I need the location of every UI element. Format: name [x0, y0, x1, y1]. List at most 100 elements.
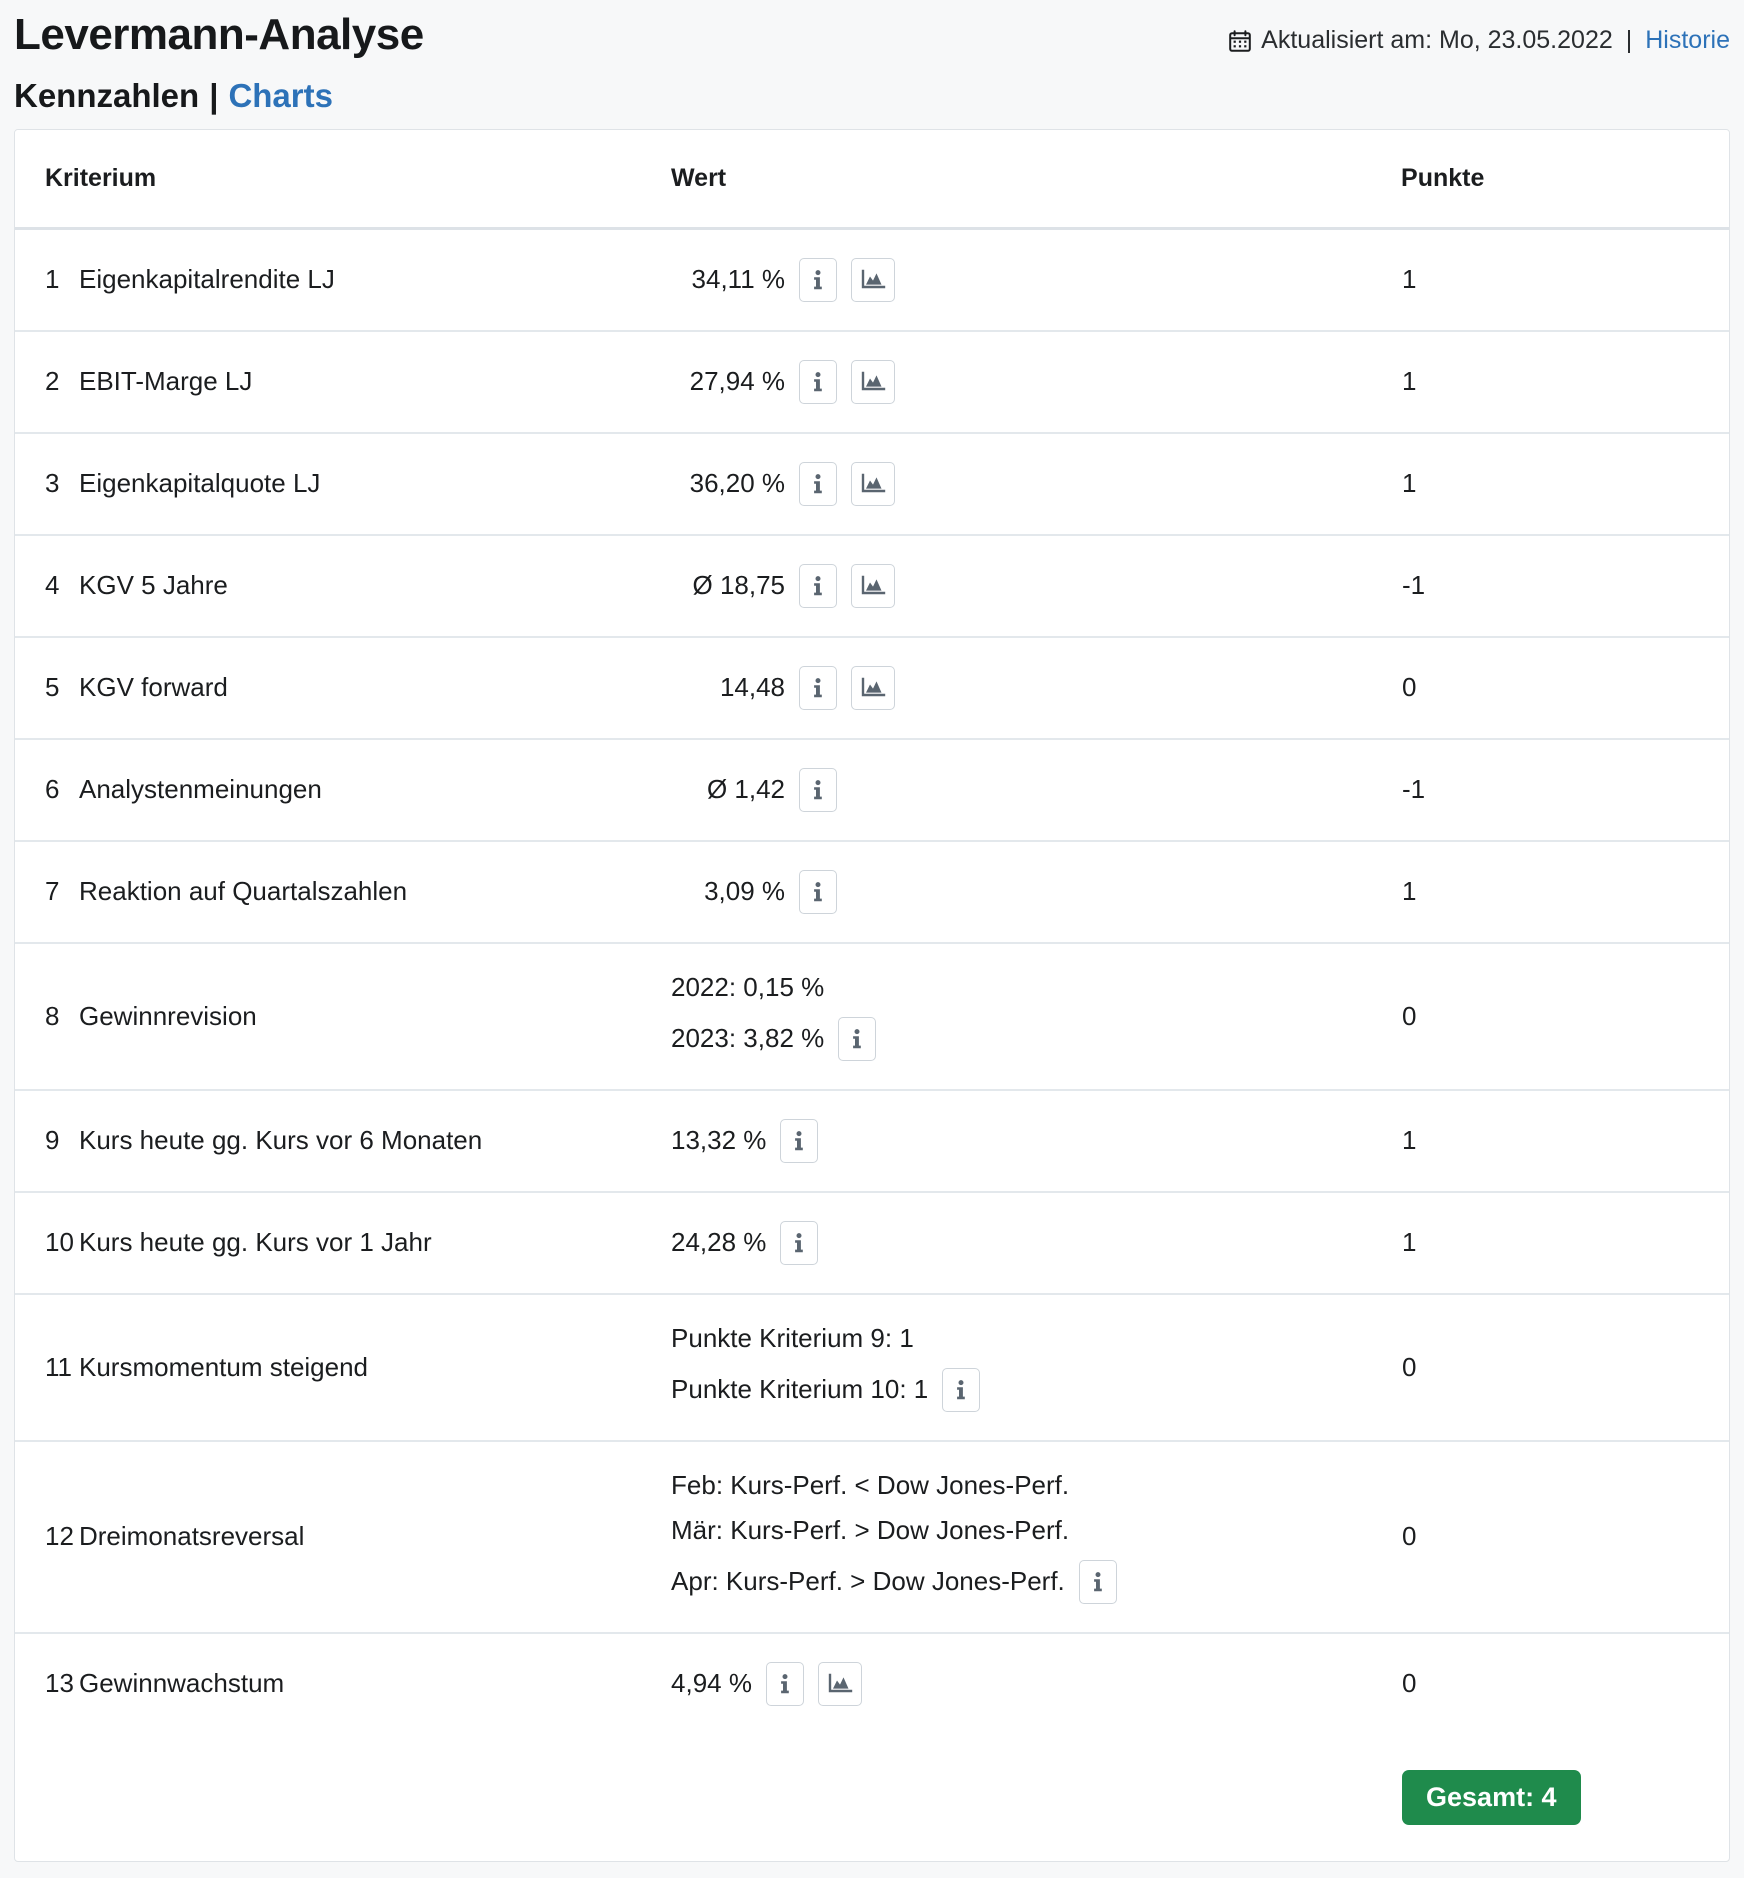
history-link[interactable]: Historie [1645, 26, 1730, 55]
value-line: 4,94 % [671, 1661, 1400, 1706]
criterion-name: Eigenkapitalrendite LJ [79, 264, 335, 295]
criterion-points: 1 [1402, 366, 1417, 397]
chart-button[interactable] [851, 461, 896, 506]
row-index: 2 [45, 366, 60, 397]
value-lines: Feb: Kurs-Perf. < Dow Jones-Perf. Mär: Ku… [671, 1470, 1400, 1604]
criterion-name: Analystenmeinungen [79, 774, 322, 805]
column-header-punkte: Punkte [1401, 129, 1729, 230]
table-row: 5 KGV forward 14,48 0 [15, 636, 1729, 739]
tab-charts[interactable]: Charts [228, 77, 333, 115]
criterion-name: Kurs heute gg. Kurs vor 6 Monaten [79, 1125, 483, 1156]
value-lines: Ø 1,42 [671, 767, 1400, 812]
chart-button[interactable] [817, 1661, 862, 1706]
criterion-value-cell: Punkte Kriterium 9: 1 Punkte Kriterium 10… [671, 1294, 1401, 1441]
value-line: Ø 18,75 [671, 563, 1400, 608]
info-button[interactable] [1078, 1559, 1117, 1604]
value-lines: 27,94 % [671, 359, 1400, 404]
info-button[interactable] [838, 1016, 877, 1061]
criterion-name: KGV 5 Jahre [79, 570, 228, 601]
info-button[interactable] [780, 1220, 819, 1265]
criterion-points: 1 [1402, 1227, 1417, 1258]
chart-button[interactable] [851, 257, 896, 302]
criterion-points: 1 [1402, 468, 1417, 499]
value-line: 3,09 % [671, 869, 1400, 914]
total-row: Gesamt: 4 [15, 1734, 1729, 1861]
info-button[interactable] [942, 1367, 981, 1412]
info-button[interactable] [799, 461, 838, 506]
criterion-name: EBIT-Marge LJ [79, 366, 253, 397]
value-line: 27,94 % [671, 359, 1400, 404]
table-row: 2 EBIT-Marge LJ 27,94 % 1 [15, 330, 1729, 433]
criteria-card: Kriterium Wert Punkte 1 Eigenkapitalrendi… [14, 128, 1730, 1862]
value-lines: 36,20 % [671, 461, 1400, 506]
criterion-value-cell: Feb: Kurs-Perf. < Dow Jones-Perf. Mär: Ku… [671, 1441, 1401, 1633]
info-icon [808, 472, 828, 496]
criterion-name: KGV forward [79, 672, 228, 703]
value-text: 34,11 % [691, 264, 786, 295]
value-line: 13,32 % [671, 1118, 1400, 1163]
chart-button[interactable] [851, 665, 896, 710]
chart-button[interactable] [851, 563, 896, 608]
info-button[interactable] [799, 563, 838, 608]
chart-icon [860, 472, 886, 496]
table-row: 10 Kurs heute gg. Kurs vor 1 Jahr 24,28 % 1 [15, 1191, 1729, 1294]
info-button[interactable] [765, 1661, 804, 1706]
info-button[interactable] [799, 257, 838, 302]
table-row: 7 Reaktion auf Quartalszahlen 3,09 % 1 [15, 840, 1729, 943]
total-spacer [15, 1734, 1401, 1861]
chart-button[interactable] [851, 359, 896, 404]
value-text: Ø 18,75 [692, 570, 786, 601]
criterion-points: 1 [1402, 264, 1417, 295]
row-index: 7 [45, 876, 60, 907]
info-icon [1088, 1570, 1108, 1594]
table-row: 12 Dreimonatsreversal Feb: Kurs-Perf. < Do… [15, 1440, 1729, 1633]
row-index: 6 [45, 774, 60, 805]
value-text: Punkte Kriterium 9: 1 [671, 1322, 914, 1353]
table-row: 11 Kursmomentum steigend Punkte Kriterium … [15, 1293, 1729, 1441]
criterion-value-cell: 3,09 % [671, 841, 1401, 943]
value-lines: 24,28 % [671, 1220, 1400, 1265]
value-text: Apr: Kurs-Perf. > Dow Jones-Perf. [671, 1566, 1065, 1597]
value-text: 36,20 % [689, 468, 786, 499]
info-icon [808, 370, 828, 394]
value-lines: 2022: 0,15 % 2023: 3,82 % [671, 972, 1400, 1061]
value-text: 3,09 % [704, 876, 786, 907]
info-icon [808, 676, 828, 700]
criteria-table: Kriterium Wert Punkte 1 Eigenkapitalrendi… [15, 129, 1729, 1861]
info-icon [808, 574, 828, 598]
info-icon [847, 1027, 867, 1051]
criterion-points: -1 [1402, 570, 1426, 601]
column-header-kriterium: Kriterium [15, 129, 672, 230]
criterion-value-cell: Ø 18,75 [671, 535, 1401, 637]
criterion-points: 0 [1402, 1351, 1417, 1382]
value-lines: 34,11 % [671, 257, 1400, 302]
value-text: 27,94 % [689, 366, 786, 397]
levermann-analysis-page: Levermann-Analyse Aktualisiert am: Mo, 2… [0, 0, 1744, 1878]
value-line: 34,11 % [671, 257, 1400, 302]
value-text: 14,48 [719, 672, 786, 703]
value-line: Punkte Kriterium 10: 1 [671, 1367, 1400, 1412]
info-button[interactable] [799, 767, 838, 812]
criterion-name: Gewinnrevision [79, 1000, 257, 1031]
row-index: 12 [45, 1521, 74, 1552]
updated-info: Aktualisiert am: Mo, 23.05.2022 | Histor… [1228, 10, 1730, 55]
info-icon [951, 1378, 971, 1402]
value-line: 2023: 3,82 % [671, 1016, 1400, 1061]
info-button[interactable] [799, 665, 838, 710]
value-text: Mär: Kurs-Perf. > Dow Jones-Perf. [671, 1514, 1070, 1545]
tab-kennzahlen[interactable]: Kennzahlen [14, 77, 199, 115]
value-lines: 3,09 % [671, 869, 1400, 914]
criterion-value-cell: 13,32 % [671, 1090, 1401, 1192]
info-button[interactable] [799, 869, 838, 914]
info-icon [775, 1672, 795, 1696]
criterion-name: Eigenkapitalquote LJ [79, 468, 321, 499]
info-button[interactable] [799, 359, 838, 404]
criterion-value-cell: Ø 1,42 [671, 739, 1401, 841]
row-index: 3 [45, 468, 60, 499]
criterion-value-cell: 36,20 % [671, 433, 1401, 535]
value-text: Feb: Kurs-Perf. < Dow Jones-Perf. [671, 1469, 1070, 1500]
table-row: 6 Analystenmeinungen Ø 1,42 -1 [15, 738, 1729, 841]
value-lines: 13,32 % [671, 1118, 1400, 1163]
info-button[interactable] [780, 1118, 819, 1163]
criterion-name: Kurs heute gg. Kurs vor 1 Jahr [79, 1227, 432, 1258]
